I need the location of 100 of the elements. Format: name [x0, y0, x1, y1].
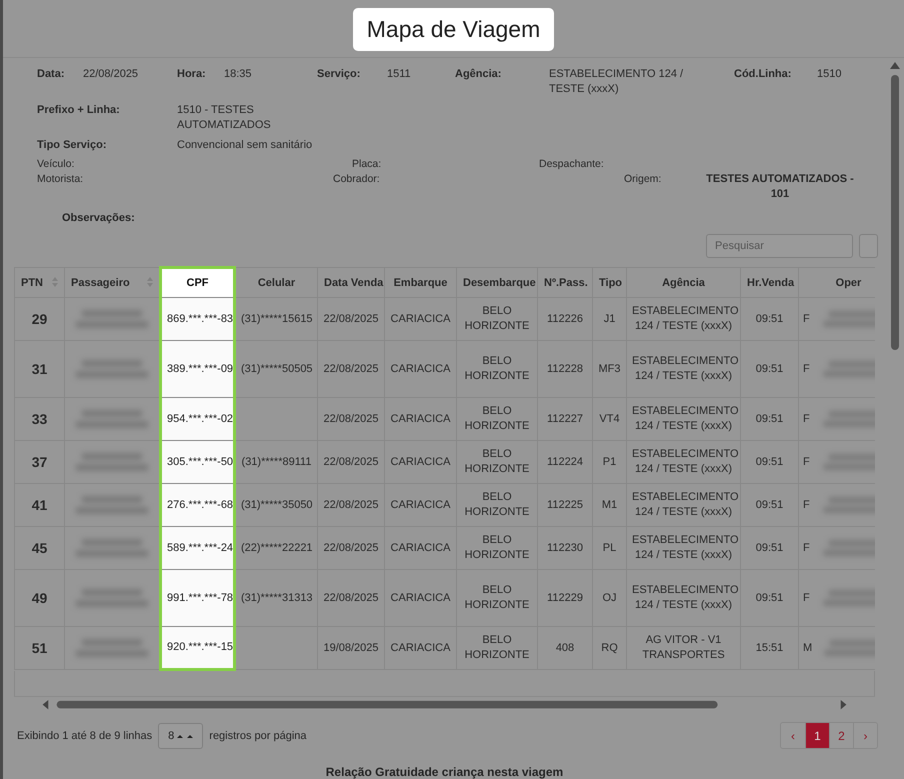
operator-text: F [803, 498, 810, 512]
ptn-cell: 49 [14, 570, 64, 626]
destination-cell: BELO HORIZONTE [456, 398, 538, 440]
page-button[interactable]: › [853, 723, 877, 748]
ptn-cell: 41 [14, 484, 64, 526]
pass-number-cell: 112224 [538, 440, 592, 484]
field-label: Veículo: [37, 157, 76, 172]
operator-text: F [803, 590, 810, 606]
section-title: Relação Gratuidade criança nesta viagem [324, 765, 564, 779]
page-button[interactable]: 1 [805, 723, 829, 748]
type-cell: VT4 [592, 398, 626, 440]
sale-time-cell: 09:51 [740, 440, 798, 484]
cpf-cell: 991.***.***-78 [160, 570, 234, 626]
field-label: Agência: [455, 67, 502, 82]
boarding-cell: CARIACICA [384, 398, 456, 440]
column-header: Nº.Pass. [538, 268, 592, 298]
field-label: Despachante: [539, 157, 605, 172]
phone-cell: (22)*****22221 [234, 526, 318, 570]
operator-text: F [803, 312, 810, 326]
boarding-cell: CARIACICA [384, 484, 456, 526]
field-value: ESTABELECIMENTO 124 / TESTE (xxxX) [549, 67, 684, 97]
type-cell: OJ [592, 570, 626, 626]
column-header: CPF [160, 268, 234, 298]
ptn-cell: 51 [14, 626, 64, 670]
boarding-cell: CARIACICA [384, 570, 456, 626]
sale-time-cell: 09:51 [740, 298, 798, 340]
cpf-cell: 954.***.***-02 [160, 398, 234, 440]
column-header: Desembarque [456, 268, 538, 298]
sale-date-cell: 22/08/2025 [318, 398, 384, 440]
pass-number-cell: 408 [538, 626, 592, 670]
destination-cell: BELO HORIZONTE [456, 298, 538, 340]
destination-cell: BELO HORIZONTE [456, 484, 538, 526]
field-label: Hora: [177, 67, 207, 82]
phone-cell: (31)*****31313 [234, 570, 318, 626]
type-cell: J1 [592, 298, 626, 340]
field-label: Serviço: [317, 67, 362, 82]
sale-date-cell: 22/08/2025 [318, 440, 384, 484]
destination-cell: BELO HORIZONTE [456, 570, 538, 626]
cpf-cell: 920.***.***-15 [160, 626, 234, 670]
ptn-cell: 31 [14, 340, 64, 398]
ptn-cell: 37 [14, 440, 64, 484]
toolbar-button[interactable] [859, 234, 878, 258]
search-field[interactable]: Pesquisar [706, 234, 853, 258]
sale-time-cell: 09:51 [740, 526, 798, 570]
agency-cell: ESTABELECIMENTO 124 / TESTE (xxxX) [626, 484, 740, 526]
ptn-cell: 33 [14, 398, 64, 440]
pass-number-cell: 112226 [538, 298, 592, 340]
sale-date-cell: 19/08/2025 [318, 626, 384, 670]
destination-cell: BELO HORIZONTE [456, 440, 538, 484]
sale-time-cell: 15:51 [740, 626, 798, 670]
boarding-cell: CARIACICA [384, 298, 456, 340]
agency-cell: AG VITOR - V1 TRANSPORTES [626, 626, 740, 670]
field-label: Cobrador: [333, 172, 381, 187]
boarding-cell: CARIACICA [384, 626, 456, 670]
phone-cell: (31)*****89111 [234, 440, 318, 484]
phone-cell: (31)*****35050 [234, 484, 318, 526]
dialog-title: Mapa de Viagem [352, 8, 554, 51]
operator-text: F [803, 540, 810, 556]
agency-cell: ESTABELECIMENTO 124 / TESTE (xxxX) [626, 298, 740, 340]
page-size-select[interactable]: 8 [158, 722, 204, 748]
field-label: Origem: [624, 172, 662, 187]
sale-date-cell: 22/08/2025 [318, 484, 384, 526]
records-info: Exibindo 1 até 8 de 9 linhas [17, 730, 152, 742]
operator-text: F [803, 412, 810, 426]
page-size-label: registros por página [209, 730, 307, 742]
phone-cell: (31)*****50505 [234, 340, 318, 398]
field-label: Motorista: [37, 172, 84, 187]
operator-text: F [803, 454, 810, 470]
sale-time-cell: 09:51 [740, 484, 798, 526]
cpf-cell: 869.***.***-83 [160, 298, 234, 340]
field-value: 1510 [817, 67, 842, 82]
pass-number-cell: 112227 [538, 398, 592, 440]
field-value: TESTES AUTOMATIZADOS - 101 [705, 172, 855, 202]
field-label: Tipo Serviço: [37, 138, 108, 153]
field-label: Observações: [62, 212, 136, 224]
destination-cell: BELO HORIZONTE [456, 340, 538, 398]
boarding-cell: CARIACICA [384, 526, 456, 570]
field-value: 1511 [387, 67, 412, 82]
cpf-cell: 276.***.***-68 [160, 484, 234, 526]
column-header: Celular [234, 268, 318, 298]
column-header[interactable]: PTN [14, 268, 64, 298]
ptn-cell: 45 [14, 526, 64, 570]
sale-date-cell: 22/08/2025 [318, 526, 384, 570]
agency-cell: ESTABELECIMENTO 124 / TESTE (xxxX) [626, 340, 740, 398]
pass-number-cell: 112228 [538, 340, 592, 398]
agency-cell: ESTABELECIMENTO 124 / TESTE (xxxX) [626, 398, 740, 440]
type-cell: RQ [592, 626, 626, 670]
caret-icon [177, 732, 194, 738]
field-value: 18:35 [224, 67, 253, 82]
sale-date-cell: 22/08/2025 [318, 570, 384, 626]
cpf-cell: 305.***.***-50 [160, 440, 234, 484]
phone-cell: (31)*****15615 [234, 298, 318, 340]
agency-cell: ESTABELECIMENTO 124 / TESTE (xxxX) [626, 570, 740, 626]
column-header: Embarque [384, 268, 456, 298]
column-header: Agência [626, 268, 740, 298]
column-header: Data Venda [318, 268, 384, 298]
sale-date-cell: 22/08/2025 [318, 298, 384, 340]
field-value: Convencional sem sanitário [177, 138, 314, 153]
sale-time-cell: 09:51 [740, 398, 798, 440]
operator-text: F [803, 362, 810, 376]
